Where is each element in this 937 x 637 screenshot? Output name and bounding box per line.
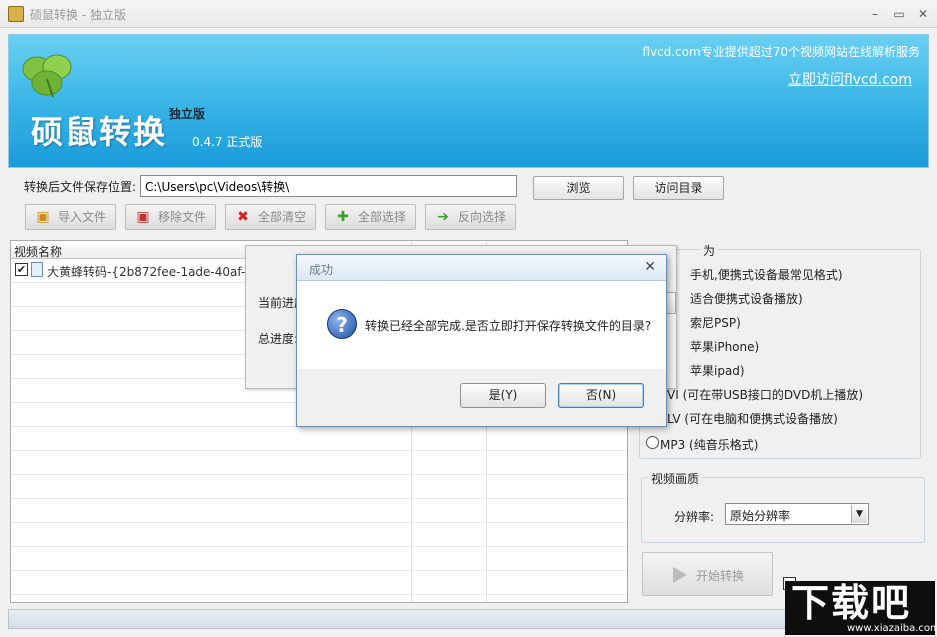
yes-button[interactable]: 是(Y) [460,383,546,408]
select-all-button[interactable]: ✚ 全部选择 [325,204,416,230]
clover-logo-icon [22,54,72,98]
save-path-input[interactable] [140,175,517,197]
table-row [11,547,627,571]
browse-button[interactable]: 浏览 [533,176,624,200]
clear-all-button[interactable]: ✖ 全部清空 [225,204,316,230]
video-quality-title: 视频画质 [648,470,703,487]
dialog-message: 转换已经全部完成.是否立即打开保存转换文件的目录? [365,319,652,333]
output-format-group: 为 手机,便携式设备最常见格式) 适合便携式设备播放) 索尼PSP) 苹果iPh… [639,242,921,459]
visit-link[interactable]: 立即访问flvcd.com [788,69,912,89]
resolution-label: 分辨率: [674,510,715,524]
table-row [11,523,627,547]
service-text: flvcd.com专业提供超过70个视频网站在线解析服务 [642,45,920,59]
output-format-title: 为 [700,242,719,259]
save-location-label: 转换后文件保存位置: [24,180,137,194]
format-option-portable[interactable]: 适合便携式设备播放) [690,290,803,307]
watermark: 下载吧 www.xiazaiba.com [785,581,937,635]
format-option-ipad[interactable]: 苹果ipad) [690,362,745,379]
table-row [11,475,627,499]
app-icon [8,6,24,22]
watermark-text: 下载吧 [791,581,912,625]
file-name: 大黄蜂转码-{2b872fee-1ade-40af-a4 [47,265,261,279]
banner: 硕鼠转换 独立版 0.4.7 正式版 flvcd.com专业提供超过70个视频网… [8,34,929,168]
folder-remove-icon: ▣ [136,209,150,225]
dialog-title: 成功 [309,263,334,277]
edition-label: 独立版 [169,107,206,121]
row-checkbox[interactable]: ✔ [15,263,28,276]
format-option-avi[interactable]: VI (可在带USB接口的DVD机上播放) [667,386,863,403]
open-directory-button[interactable]: 访问目录 [633,176,724,200]
table-row [11,571,627,595]
table-row [11,451,627,475]
table-row [11,499,627,523]
format-radio-mp3[interactable] [646,436,659,449]
start-convert-button[interactable]: 开始转换 [642,552,773,596]
resolution-select[interactable]: 原始分辨率 ▼ [725,503,869,525]
title-bar: 硕鼠转换 - 独立版 – ▭ ✕ [0,0,937,28]
remove-file-button[interactable]: ▣ 移除文件 [125,204,216,230]
format-option-mp3[interactable]: MP3 (纯音乐格式) [660,436,758,453]
arrow-right-icon: ➔ [437,209,449,225]
file-icon [31,262,43,277]
format-option-flv[interactable]: LV (可在电脑和便携式设备播放) [667,410,838,427]
question-icon: ? [327,309,357,339]
dialog-body: ? 转换已经全部完成.是否立即打开保存转换文件的目录? [297,281,666,369]
watermark-url: www.xiazaiba.com [847,623,937,634]
invert-selection-button[interactable]: ➔ 反向选择 [425,204,516,230]
close-icon[interactable]: ✕ [914,5,932,23]
maximize-icon[interactable]: ▭ [890,5,908,23]
success-dialog: 成功 ✕ ? 转换已经全部完成.是否立即打开保存转换文件的目录? 是(Y) 否(… [296,254,667,427]
plus-icon: ✚ [337,209,349,225]
dialog-close-icon[interactable]: ✕ [644,259,656,275]
table-row [11,427,627,451]
column-header-name[interactable]: 视频名称 [14,243,62,260]
brand-name: 硕鼠转换 [31,113,168,151]
minimize-icon[interactable]: – [866,5,884,23]
format-option-mobile[interactable]: 手机,便携式设备最常见格式) [690,266,843,283]
play-icon [673,567,687,583]
window-title: 硕鼠转换 - 独立版 [30,8,126,22]
red-x-icon: ✖ [237,209,249,225]
import-file-button[interactable]: ▣ 导入文件 [25,204,116,230]
folder-add-icon: ▣ [36,209,50,225]
resolution-value: 原始分辨率 [730,509,791,523]
version-label: 0.4.7 正式版 [192,135,263,149]
dialog-title-bar: 成功 ✕ [297,255,666,281]
format-option-psp[interactable]: 索尼PSP) [690,314,741,331]
no-button[interactable]: 否(N) [558,383,644,408]
chevron-down-icon[interactable]: ▼ [851,505,867,523]
format-option-iphone[interactable]: 苹果iPhone) [690,338,759,355]
total-progress-label: 总进度: [258,332,299,346]
